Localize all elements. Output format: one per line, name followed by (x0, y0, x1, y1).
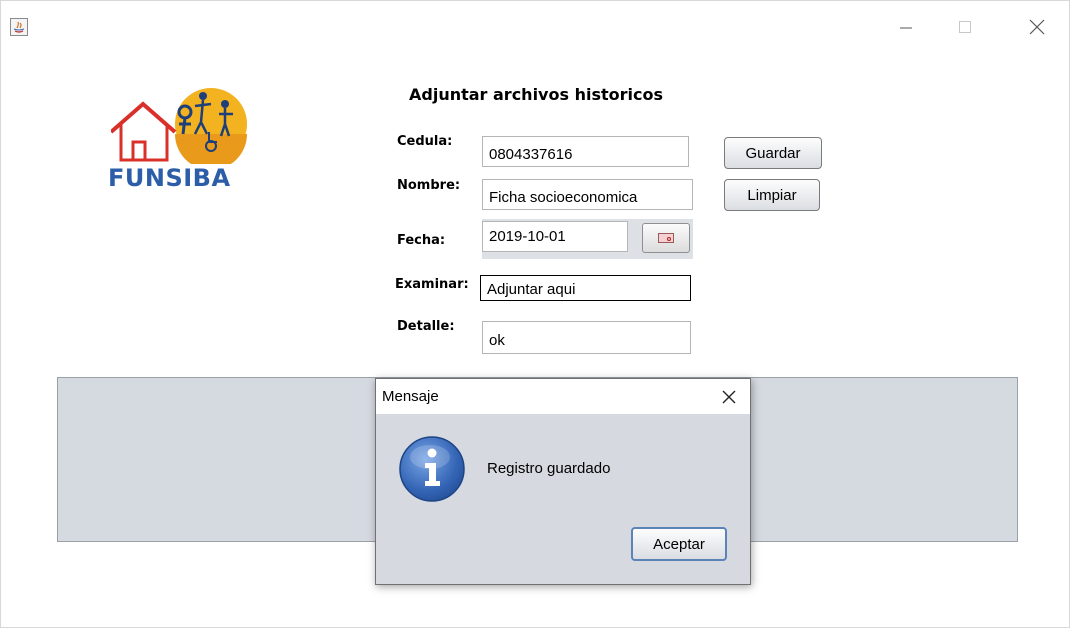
logo-wordmark: FUNSIBA (108, 164, 231, 192)
dialog-close-button[interactable] (714, 383, 744, 411)
examinar-value: Adjuntar aqui (487, 280, 576, 298)
calendar-button[interactable] (642, 223, 690, 253)
dialog-title: Mensaje (382, 388, 439, 405)
form-title: Adjuntar archivos historicos (409, 85, 663, 104)
fecha-value: 2019-10-01 (489, 228, 566, 245)
main-window: FUNSIBA Adjuntar archivos historicos Ced… (0, 0, 1070, 628)
detalle-field[interactable]: ok (482, 321, 691, 354)
nombre-field[interactable]: Ficha socioeconomica (482, 179, 693, 210)
detalle-label: Detalle: (397, 319, 455, 334)
message-dialog: Mensaje Registro guardado Aceptar (375, 378, 751, 585)
close-button[interactable] (1016, 11, 1056, 41)
close-icon (722, 390, 736, 404)
maximize-icon (959, 21, 971, 33)
fecha-field[interactable]: 2019-10-01 (482, 221, 628, 252)
maximize-button[interactable] (944, 11, 984, 41)
cedula-label: Cedula: (397, 134, 453, 149)
dialog-titlebar: Mensaje (376, 379, 750, 414)
calendar-icon (658, 233, 674, 243)
aceptar-button[interactable]: Aceptar (631, 527, 727, 561)
nombre-label: Nombre: (397, 178, 461, 193)
minimize-icon (900, 27, 912, 29)
guardar-button[interactable]: Guardar (724, 137, 822, 169)
limpiar-button[interactable]: Limpiar (724, 179, 820, 211)
cedula-value: 0804337616 (489, 146, 573, 163)
info-icon (398, 435, 466, 503)
date-picker: 2019-10-01 (482, 219, 693, 259)
minimize-button[interactable] (886, 11, 926, 41)
detalle-value: ok (489, 332, 505, 349)
close-icon (1029, 19, 1045, 35)
examinar-field[interactable]: Adjuntar aqui (480, 275, 691, 301)
nombre-value: Ficha socioeconomica (489, 189, 638, 206)
examinar-label: Examinar: (395, 277, 469, 292)
fecha-label: Fecha: (397, 233, 446, 248)
java-app-icon (10, 18, 28, 36)
cedula-field[interactable]: 0804337616 (482, 136, 689, 167)
dialog-message: Registro guardado (487, 460, 611, 477)
